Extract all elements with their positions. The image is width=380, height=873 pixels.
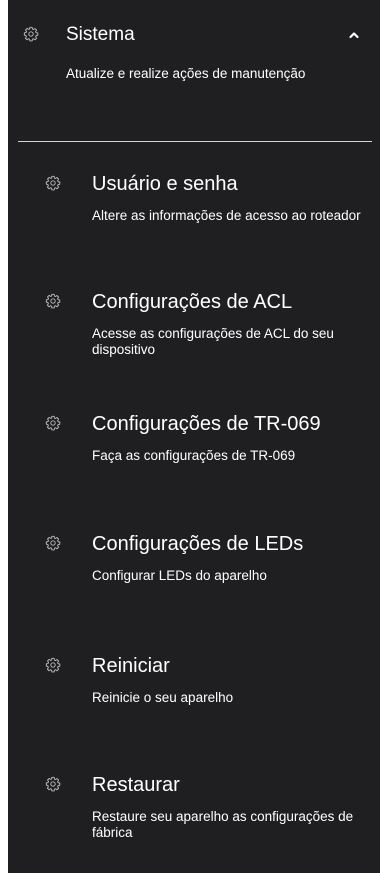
system-section-header[interactable]: Sistema Atualize e realize ações de manu…: [8, 0, 380, 130]
menu-item-title: Configurações de ACL: [92, 291, 293, 313]
system-menu-panel: Sistema Atualize e realize ações de manu…: [8, 0, 380, 873]
gear-icon: [45, 415, 61, 431]
chevron-up-icon: [349, 32, 359, 39]
menu-item-description: Reinicie o seu aparelho: [92, 690, 234, 705]
system-description: Atualize e realize ações de manutenção: [66, 66, 306, 81]
gear-icon: [45, 657, 61, 673]
gear-icon: [45, 535, 61, 551]
system-title: Sistema: [66, 24, 135, 45]
menu-item-description: Altere as informações de acesso ao rotea…: [92, 208, 361, 223]
menu-item-title: Configurações de TR-069: [92, 413, 321, 435]
menu-item-title: Configurações de LEDs: [92, 533, 304, 555]
menu-item-title: Usuário e senha: [92, 173, 238, 195]
gear-icon: [45, 776, 61, 792]
menu-item-title: Restaurar: [92, 774, 180, 796]
menu-item-description: Restaure seu aparelho as configurações d…: [92, 809, 354, 840]
collapse-toggle-button[interactable]: [347, 28, 361, 42]
divider: [18, 141, 372, 142]
gear-icon: [23, 26, 39, 42]
gear-icon: [45, 175, 61, 191]
menu-item-title: Reiniciar: [92, 655, 170, 677]
menu-item-description: Acesse as configurações de ACL do seu di…: [92, 326, 334, 357]
gear-icon: [45, 293, 61, 309]
menu-item-description: Configurar LEDs do aparelho: [92, 568, 267, 583]
menu-item-description: Faça as configurações de TR-069: [92, 448, 296, 463]
